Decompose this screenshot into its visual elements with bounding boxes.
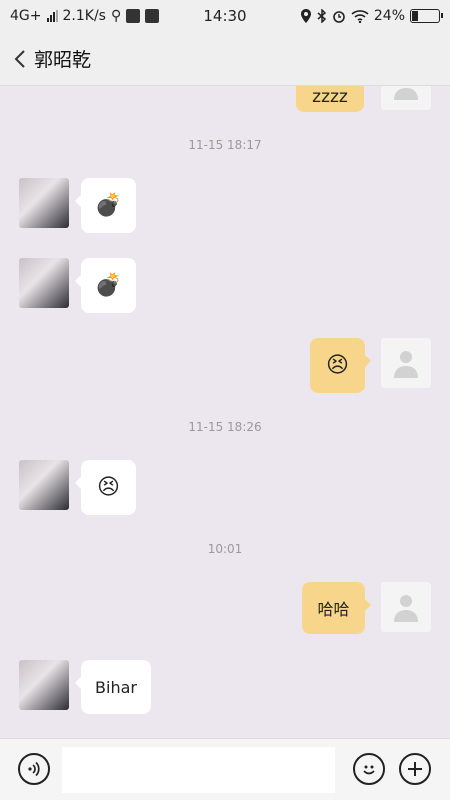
input-bar [0, 738, 450, 800]
person-icon [394, 88, 418, 100]
contact-avatar[interactable] [19, 660, 69, 710]
signal-icon [46, 10, 58, 22]
message-bubble-in[interactable]: Bihar [75, 660, 151, 714]
timestamp: 10:01 [207, 542, 243, 556]
message-input[interactable] [62, 747, 335, 793]
status-left: 4G+ 2.1K/s ⚲ [10, 8, 160, 24]
wifi-icon [351, 10, 369, 23]
message-bubble-in[interactable]: 💣 [75, 178, 136, 233]
alarm-icon [333, 11, 345, 23]
person-icon [394, 351, 418, 378]
network-type: 4G+ [10, 8, 42, 24]
message-bubble-out[interactable]: 哈哈 [302, 582, 371, 634]
message-text: zzzz [312, 87, 348, 107]
message-bubble-in[interactable]: 😣 [75, 460, 136, 515]
smiley-icon[interactable] [353, 753, 385, 785]
timestamp: 11-15 18:26 [188, 420, 262, 434]
person-icon [394, 595, 418, 622]
timestamp: 11-15 18:17 [188, 138, 262, 152]
message-text: Bihar [95, 677, 137, 697]
my-avatar[interactable] [381, 86, 431, 110]
message-text: 哈哈 [317, 600, 350, 619]
bomb-emoji: 💣 [94, 192, 123, 218]
message-bubble-out[interactable]: zzzz [296, 86, 364, 112]
usb-icon: ⚲ [110, 8, 122, 24]
contact-avatar[interactable] [19, 460, 69, 510]
battery-percent: 24% [373, 8, 405, 24]
persevering-face-emoji: 😣 [97, 474, 120, 500]
contact-name: 郭昭乾 [34, 49, 92, 71]
message-list[interactable]: zzzz 11-15 18:17 💣 💣 😣 11-15 18:26 😣 10:… [0, 86, 450, 738]
my-avatar[interactable] [381, 582, 431, 632]
app-notification-icon-2 [145, 9, 160, 23]
app-notification-icon [126, 9, 141, 23]
location-icon [300, 9, 311, 23]
voice-icon[interactable] [18, 753, 50, 785]
battery-icon [410, 9, 443, 23]
persevering-face-emoji: 😣 [326, 352, 349, 378]
chat-header: 郭昭乾 [0, 32, 450, 86]
bomb-emoji: 💣 [94, 272, 123, 298]
message-bubble-in[interactable]: 💣 [75, 258, 136, 313]
contact-avatar[interactable] [19, 178, 69, 228]
message-bubble-out[interactable]: 😣 [310, 338, 371, 393]
plus-icon[interactable] [399, 753, 431, 785]
my-avatar[interactable] [381, 338, 431, 388]
bluetooth-icon [317, 9, 326, 23]
network-speed: 2.1K/s [62, 8, 106, 24]
status-bar: 4G+ 2.1K/s ⚲ 14:30 24% [0, 0, 450, 32]
contact-avatar[interactable] [19, 258, 69, 308]
status-right: 24% [300, 8, 443, 24]
